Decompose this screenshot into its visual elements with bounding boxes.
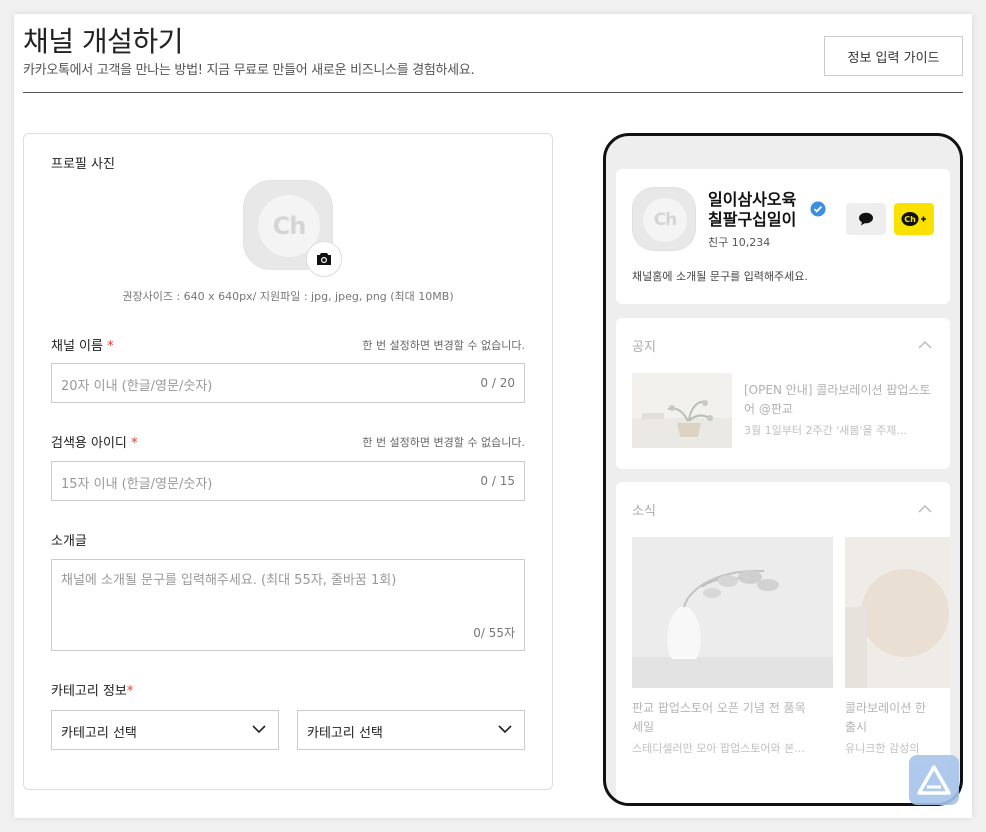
header-divider [23,92,963,93]
news-item-subtitle: 유니크한 감성의 [845,742,920,755]
preview-news-card: 소식 판교 팝업스토어 오픈 기념 전 품목 세일 스테디셀러만 모아 팝업스토… [616,482,950,803]
chevron-up-icon[interactable] [918,504,932,513]
channel-name-placeholder: 20자 이내 (한글/영문/숫자) [61,379,213,394]
news-item-title: 판교 팝업스토어 오픈 기념 전 품목 세일 [632,699,806,737]
chevron-up-icon[interactable] [918,340,932,349]
news-section-title: 소식 [632,504,656,519]
category-label: 카테고리 정보* [51,680,133,699]
channel-name-note: 한 번 설정하면 변경할 수 없습니다. [362,339,525,352]
news-item-title-line2: 출시 [845,720,868,734]
preview-name-line1: 일이삼사오육 [708,190,797,209]
notice-section-title: 공지 [632,340,656,355]
preview-description: 채널홈에 소개될 문구를 입력해주세요. [632,270,808,283]
category-label-text: 카테고리 정보 [51,684,127,699]
search-id-input[interactable]: 15자 이내 (한글/영문/숫자) 0 / 15 [51,461,525,501]
category-select-primary[interactable]: 카테고리 선택 [51,710,279,750]
channel-placeholder-icon: Ch [643,198,687,242]
vase-image [632,537,833,688]
camera-icon[interactable] [306,241,342,277]
preview-channel-name: 일이삼사오육 칠팔구십일이 [708,190,796,230]
channel-name-counter: 0 / 20 [480,376,515,390]
svg-text:Ch: Ch [904,215,916,224]
search-id-placeholder: 15자 이내 (한글/영문/숫자) [61,477,213,492]
channel-form: 프로필 사진 Ch 권장사이즈 : 640 x 640px/ 지원파일 : jp… [23,133,553,790]
notice-thumbnail[interactable] [632,373,732,448]
intro-counter: 0/ 55자 [473,626,515,640]
page-subtitle: 카카오톡에서 고객을 만나는 방법! 지금 무료로 만들어 새로운 비즈니스를 … [23,63,475,78]
required-mark: * [107,339,114,354]
channel-name-label: 채널 이름 * [51,335,114,354]
chevron-down-icon [252,725,266,734]
news-item-image [845,537,950,688]
category-select-primary-value: 카테고리 선택 [61,726,137,741]
required-mark: * [126,684,134,699]
required-mark: * [131,436,138,451]
intro-textarea[interactable]: 채널에 소개될 문구를 입력해주세요. (최대 55자, 줄바꿈 1회) 0/ … [51,559,525,651]
preview-notice-card: 공지 [OPEN 안내] 콜라보레이션 팝업스토어 @판교 3월 1일부터 2주… [616,318,950,469]
info-guide-button[interactable]: 정보 입력 가이드 [824,36,963,76]
plant-basket-image [632,373,732,448]
news-item-title: 콜라보레이션 한 출시 [845,699,926,737]
news-item-image [632,537,833,688]
news-item-title-line1: 콜라보레이션 한 [845,701,927,715]
page-title: 채널 개설하기 [23,25,183,58]
news-item-title-line1: 판교 팝업스토어 오픈 기념 전 품목 [632,701,806,715]
preview-name-line2: 칠팔구십일이 [708,210,797,229]
search-id-note: 한 번 설정하면 변경할 수 없습니다. [362,436,525,449]
preview-avatar: Ch [632,187,696,251]
channel-add-icon: Ch [901,212,926,226]
search-id-counter: 0 / 15 [480,474,515,488]
round-mirror-image [845,537,950,688]
category-select-secondary-value: 카테고리 선택 [307,726,383,741]
notice-item-subtitle: 3월 1일부터 2주간 '새봄'을 주제... [744,424,907,437]
notice-item-title[interactable]: [OPEN 안내] 콜라보레이션 팝업스토어 @판교 [744,381,936,419]
channel-name-label-text: 채널 이름 [51,339,103,354]
news-item-title-line2: 세일 [632,720,655,734]
news-item-subtitle: 스테디셀러만 모아 팝업스토어와 본... [632,742,805,755]
preview-friends-count: 친구 10,234 [708,236,771,249]
profile-photo-hint: 권장사이즈 : 640 x 640px/ 지원파일 : jpg, jpeg, p… [122,290,454,303]
preview-chat-button[interactable] [846,203,886,235]
profile-photo-label: 프로필 사진 [51,157,115,172]
channel-preview-phone: Ch 일이삼사오육 칠팔구십일이 친구 10,234 Ch 채널홈에 소개될 문… [603,133,963,806]
chat-bubble-icon [859,212,873,226]
preview-profile-card: Ch 일이삼사오육 칠팔구십일이 친구 10,234 Ch 채널홈에 소개될 문… [616,169,950,304]
chevron-down-icon [498,725,512,734]
floating-assistant-icon[interactable] [909,755,959,805]
category-select-secondary[interactable]: 카테고리 선택 [297,710,525,750]
verified-badge-icon [810,201,826,217]
intro-label: 소개글 [51,534,87,549]
search-id-label: 검색용 아이디 * [51,432,138,451]
intro-placeholder: 채널에 소개될 문구를 입력해주세요. (최대 55자, 줄바꿈 1회) [61,573,397,588]
search-id-label-text: 검색용 아이디 [51,436,127,451]
preview-add-friend-button[interactable]: Ch [894,203,934,235]
channel-name-input[interactable]: 20자 이내 (한글/영문/숫자) 0 / 20 [51,363,525,403]
